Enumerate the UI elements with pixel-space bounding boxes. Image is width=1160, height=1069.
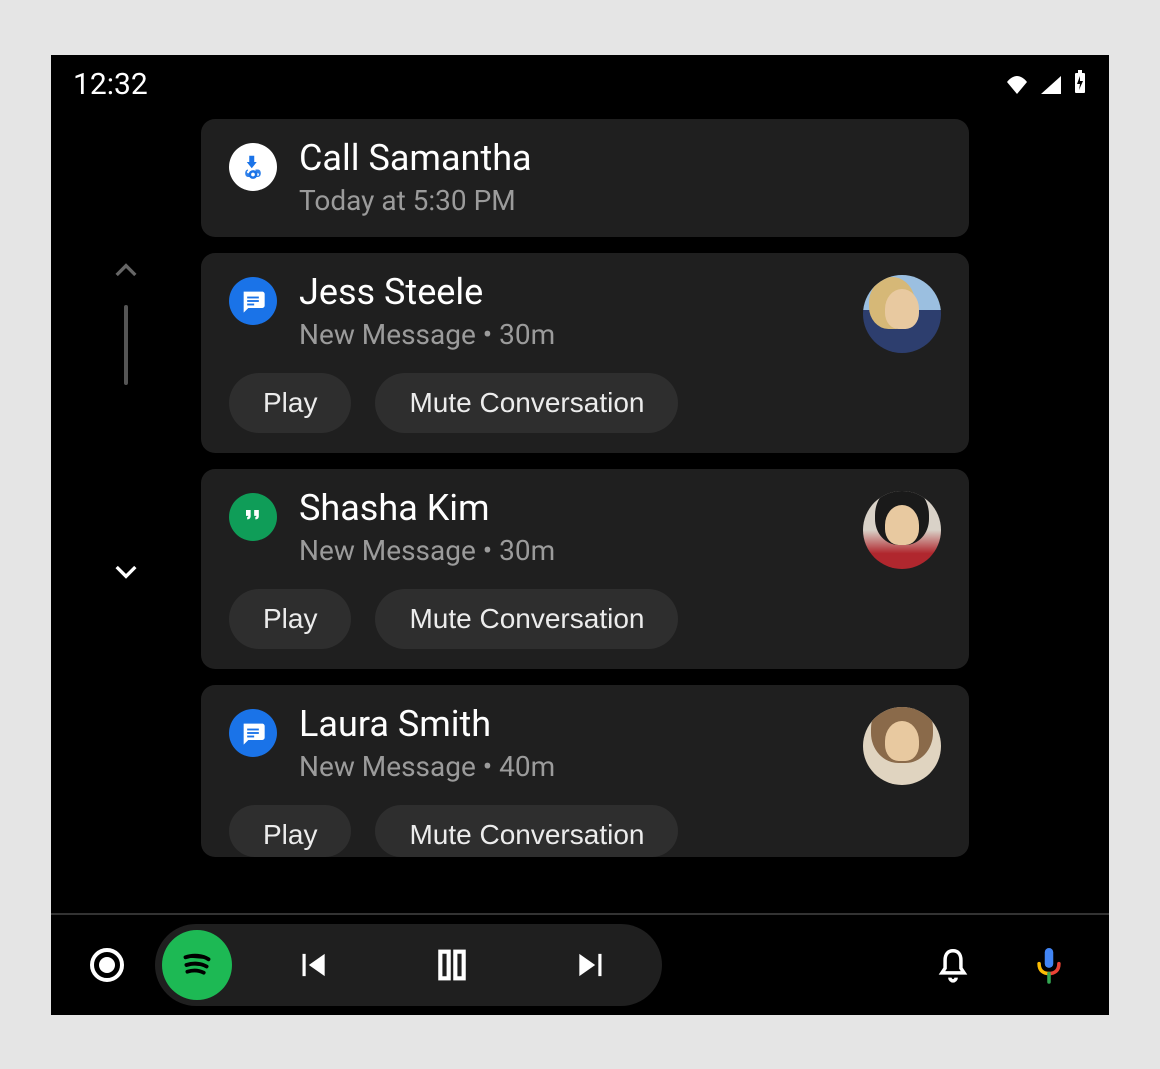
- signal-icon: [1039, 67, 1063, 102]
- scroll-indicator: [51, 115, 201, 915]
- notification-subtitle: New Message • 30m: [299, 534, 841, 567]
- notification-title: Shasha Kim: [299, 487, 841, 530]
- notification-title: Jess Steele: [299, 271, 841, 314]
- status-icons: [1005, 67, 1087, 102]
- play-button[interactable]: Play: [229, 805, 351, 857]
- mute-button[interactable]: Mute Conversation: [375, 805, 678, 857]
- contact-avatar: [863, 491, 941, 569]
- mute-button[interactable]: Mute Conversation: [375, 589, 678, 649]
- pause-button[interactable]: [412, 945, 492, 985]
- notifications-button[interactable]: [929, 941, 977, 989]
- voice-button[interactable]: [1025, 941, 1073, 989]
- home-button[interactable]: [87, 945, 127, 985]
- wifi-icon: [1005, 67, 1029, 102]
- notification-title: Call Samantha: [299, 137, 941, 180]
- notification-actions: Play Mute Conversation: [229, 589, 941, 649]
- notification-card[interactable]: Call Samantha Today at 5:30 PM: [201, 119, 969, 237]
- contact-avatar: [863, 707, 941, 785]
- play-button[interactable]: Play: [229, 373, 351, 433]
- notification-title: Laura Smith: [299, 703, 841, 746]
- messages-icon: [229, 277, 277, 325]
- previous-track-button[interactable]: [272, 946, 352, 984]
- battery-icon: [1073, 67, 1087, 102]
- next-track-button[interactable]: [552, 946, 632, 984]
- nav-bar: [51, 915, 1109, 1015]
- media-controls: [155, 924, 662, 1006]
- notification-actions: Play Mute Conversation: [229, 805, 941, 857]
- play-button[interactable]: Play: [229, 589, 351, 649]
- status-time: 12:32: [73, 67, 148, 102]
- device-screen: 12:32 Call SamanthaToday at 5:3: [51, 55, 1109, 1015]
- spotify-icon[interactable]: [162, 930, 232, 1000]
- mute-button[interactable]: Mute Conversation: [375, 373, 678, 433]
- notification-card[interactable]: Shasha Kim New Message • 30m Play Mute Conv…: [201, 469, 969, 669]
- status-bar: 12:32: [51, 55, 1109, 115]
- messages-icon: [229, 709, 277, 757]
- scroll-track: [124, 305, 128, 385]
- scroll-up-button[interactable]: [110, 255, 142, 287]
- notification-subtitle: New Message • 40m: [299, 750, 841, 783]
- notification-card[interactable]: Laura Smith New Message • 40m Play Mute Con…: [201, 685, 969, 857]
- notification-subtitle: New Message • 30m: [299, 318, 841, 351]
- notification-card[interactable]: Jess Steele New Message • 30m Play Mute Con…: [201, 253, 969, 453]
- hangouts-icon: [229, 493, 277, 541]
- scroll-down-button[interactable]: [110, 555, 142, 587]
- notification-subtitle: Today at 5:30 PM: [299, 184, 941, 217]
- contact-avatar: [863, 275, 941, 353]
- content-area: Call Samantha Today at 5:30 PM Jess Steele…: [51, 115, 1109, 915]
- notification-actions: Play Mute Conversation: [229, 373, 941, 433]
- reminder-icon: [229, 143, 277, 191]
- notification-list: Call Samantha Today at 5:30 PM Jess Steele…: [201, 115, 1109, 915]
